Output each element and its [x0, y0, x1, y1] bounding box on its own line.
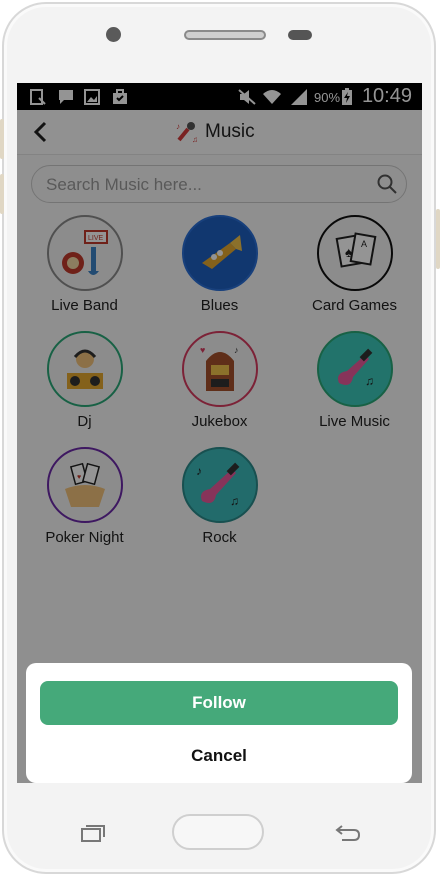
back-icon[interactable] — [334, 824, 362, 844]
front-camera — [106, 27, 121, 42]
earpiece-speaker — [184, 30, 266, 40]
side-button-left-2 — [0, 174, 4, 214]
screen: 90% 10:49 ♪ ♫ Music Search Music here... … — [17, 83, 422, 783]
action-sheet: Follow Cancel — [26, 663, 412, 783]
recent-apps-icon[interactable] — [80, 824, 106, 842]
follow-button[interactable]: Follow — [40, 681, 398, 725]
proximity-sensor — [288, 30, 312, 40]
cancel-button[interactable]: Cancel — [40, 741, 398, 771]
side-button-left-1 — [0, 119, 4, 159]
hardware-navbar — [0, 790, 440, 874]
side-button-right — [436, 209, 440, 269]
home-button[interactable] — [172, 814, 264, 850]
